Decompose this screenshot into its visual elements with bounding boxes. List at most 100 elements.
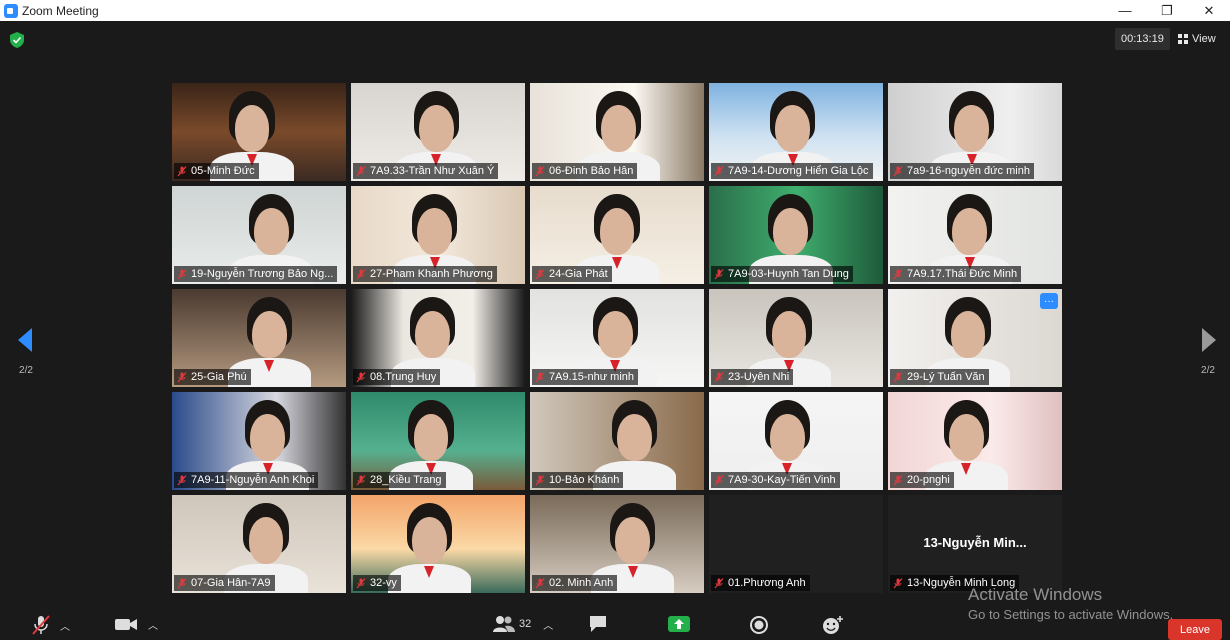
- participant-nameplate: 7A9-14-Dương Hiển Gia Lộc: [711, 163, 873, 179]
- participant-name: 25-Gia Phú: [191, 371, 247, 383]
- participant-video-tile[interactable]: 7A9-14-Dương Hiển Gia Lộc: [709, 83, 883, 181]
- participant-name: 02. Minh Anh: [549, 577, 614, 589]
- reactions-button[interactable]: [822, 615, 844, 635]
- muted-mic-icon: [177, 474, 187, 485]
- participant-name: 7A9-14-Dương Hiển Gia Lộc: [728, 165, 869, 177]
- participant-video-tile[interactable]: 01.Phương Anh: [709, 495, 883, 593]
- participant-name: 7a9-16-nguyễn đức minh: [907, 165, 1030, 177]
- video-options-chevron-icon[interactable]: ︿: [148, 617, 158, 632]
- participant-video-tile[interactable]: 7A9.15-như minh: [530, 289, 704, 387]
- audio-options-chevron-icon[interactable]: ︿: [60, 618, 70, 633]
- participants-button[interactable]: 32 ︿: [492, 615, 553, 633]
- participant-name: 7A9.15-như minh: [549, 371, 635, 383]
- participant-video-tile[interactable]: 7a9-16-nguyễn đức minh: [888, 83, 1062, 181]
- participant-display-name: 13-Nguyễn Min...: [923, 535, 1027, 550]
- muted-mic-icon: [535, 165, 545, 176]
- participant-name: 19-Nguyễn Trương Bảo Ng...: [191, 268, 334, 280]
- participant-video-tile[interactable]: 25-Gia Phú: [172, 289, 346, 387]
- muted-mic-icon: [356, 165, 366, 176]
- participant-video-tile[interactable]: 02. Minh Anh: [530, 495, 704, 593]
- participant-video-tile[interactable]: 10-Bảo Khánh: [530, 392, 704, 490]
- minimize-button[interactable]: —: [1104, 0, 1146, 21]
- muted-mic-icon: [714, 165, 724, 176]
- participant-video-tile[interactable]: 13-Nguyễn Min... 13-Nguyễn Minh Long: [888, 495, 1062, 593]
- view-button[interactable]: View: [1178, 28, 1216, 50]
- participant-nameplate: 28_Kiều Trang: [353, 472, 446, 488]
- participant-video-tile[interactable]: 08.Trung Huy: [351, 289, 525, 387]
- participant-video-tile[interactable]: 07-Gia Hân-7A9: [172, 495, 346, 593]
- chat-button[interactable]: [588, 615, 608, 633]
- watermark-title: Activate Windows: [968, 585, 1103, 604]
- meeting-area: 00:13:19 View 2/2 2/2 05-Minh Đức 7A9.33-…: [0, 21, 1230, 611]
- participant-video-tile[interactable]: 7A9.33-Trần Như Xuân Ý: [351, 83, 525, 181]
- mute-button[interactable]: ︿: [30, 615, 70, 635]
- participant-video-tile[interactable]: ··· 29-Lý Tuấn Văn: [888, 289, 1062, 387]
- muted-mic-icon: [356, 474, 366, 485]
- participant-nameplate: 7A9-30-Kay-Tiến Vinh: [711, 472, 840, 488]
- record-button[interactable]: [749, 615, 769, 635]
- participant-nameplate: 7a9-16-nguyễn đức minh: [890, 163, 1034, 179]
- muted-mic-icon: [893, 165, 903, 176]
- participant-name: 07-Gia Hân-7A9: [191, 577, 271, 589]
- video-button[interactable]: ︿: [114, 615, 158, 633]
- participant-name: 29-Lý Tuấn Văn: [907, 371, 985, 383]
- participant-name: 7A9.17.Thái Đức Minh: [907, 268, 1018, 280]
- muted-mic-icon: [714, 577, 724, 588]
- participant-nameplate: 01.Phương Anh: [711, 575, 810, 591]
- participants-icon: [493, 616, 515, 632]
- participant-name: 06-Đinh Bảo Hân: [549, 165, 634, 177]
- participant-video-tile[interactable]: 20-pnghi: [888, 392, 1062, 490]
- previous-page-button[interactable]: 2/2: [11, 326, 41, 376]
- participant-video-tile[interactable]: 7A9-11-Nguyễn Anh Khoi: [172, 392, 346, 490]
- participant-video-tile[interactable]: 32-vy: [351, 495, 525, 593]
- participant-video-tile[interactable]: 7A9-03-Huynh Tan Dung: [709, 186, 883, 284]
- muted-mic-icon: [535, 371, 545, 382]
- encryption-shield-icon[interactable]: [10, 32, 24, 48]
- more-options-button[interactable]: ···: [1040, 293, 1058, 309]
- muted-mic-icon: [714, 371, 724, 382]
- participant-video-tile[interactable]: 24-Gia Phát: [530, 186, 704, 284]
- share-screen-button[interactable]: [667, 615, 691, 633]
- muted-mic-icon: [535, 268, 545, 279]
- reactions-emoji-icon: [823, 616, 843, 634]
- participant-nameplate: 25-Gia Phú: [174, 369, 251, 385]
- view-label: View: [1192, 33, 1216, 45]
- participant-nameplate: 05-Minh Đức: [174, 163, 259, 179]
- participant-video-tile[interactable]: 23-Uyên Nhi: [709, 289, 883, 387]
- muted-mic-icon: [714, 268, 724, 279]
- participant-nameplate: 24-Gia Phát: [532, 266, 612, 282]
- participant-nameplate: 08.Trung Huy: [353, 369, 441, 385]
- muted-mic-icon: [177, 577, 187, 588]
- muted-mic-icon: [535, 474, 545, 485]
- chat-bubble-icon: [590, 616, 606, 632]
- muted-mic-icon: [535, 577, 545, 588]
- participant-nameplate: 7A9-03-Huynh Tan Dung: [711, 266, 853, 282]
- participant-video-tile[interactable]: 27-Pham Khanh Phương: [351, 186, 525, 284]
- participant-video-tile[interactable]: 05-Minh Đức: [172, 83, 346, 181]
- participant-video-tile[interactable]: 06-Đinh Bảo Hân: [530, 83, 704, 181]
- muted-mic-icon: [356, 268, 366, 279]
- participant-name: 05-Minh Đức: [191, 165, 255, 177]
- muted-mic-icon: [177, 165, 187, 176]
- participant-nameplate: 10-Bảo Khánh: [532, 472, 624, 488]
- participants-chevron-icon[interactable]: ︿: [543, 617, 553, 632]
- participant-video-tile[interactable]: 19-Nguyễn Trương Bảo Ng...: [172, 186, 346, 284]
- participant-nameplate: 19-Nguyễn Trương Bảo Ng...: [174, 266, 338, 282]
- video-camera-icon: [115, 619, 137, 630]
- restore-button[interactable]: ❐: [1146, 0, 1188, 21]
- leave-button[interactable]: Leave: [1168, 619, 1222, 640]
- participant-nameplate: 7A9.15-như minh: [532, 369, 639, 385]
- participant-name: 7A9-03-Huynh Tan Dung: [728, 268, 849, 280]
- next-page-button[interactable]: 2/2: [1193, 326, 1223, 376]
- close-button[interactable]: ✕: [1188, 0, 1230, 21]
- participant-nameplate: 02. Minh Anh: [532, 575, 618, 591]
- participant-nameplate: 06-Đinh Bảo Hân: [532, 163, 638, 179]
- participant-video-tile[interactable]: 7A9.17.Thái Đức Minh: [888, 186, 1062, 284]
- left-arrow-icon: [18, 328, 32, 352]
- participant-video-tile[interactable]: 28_Kiều Trang: [351, 392, 525, 490]
- participant-nameplate: 7A9-11-Nguyễn Anh Khoi: [174, 472, 319, 488]
- zoom-logo-icon: [4, 3, 18, 18]
- muted-mic-icon: [893, 268, 903, 279]
- muted-mic-icon: [356, 371, 366, 382]
- participant-video-tile[interactable]: 7A9-30-Kay-Tiến Vinh: [709, 392, 883, 490]
